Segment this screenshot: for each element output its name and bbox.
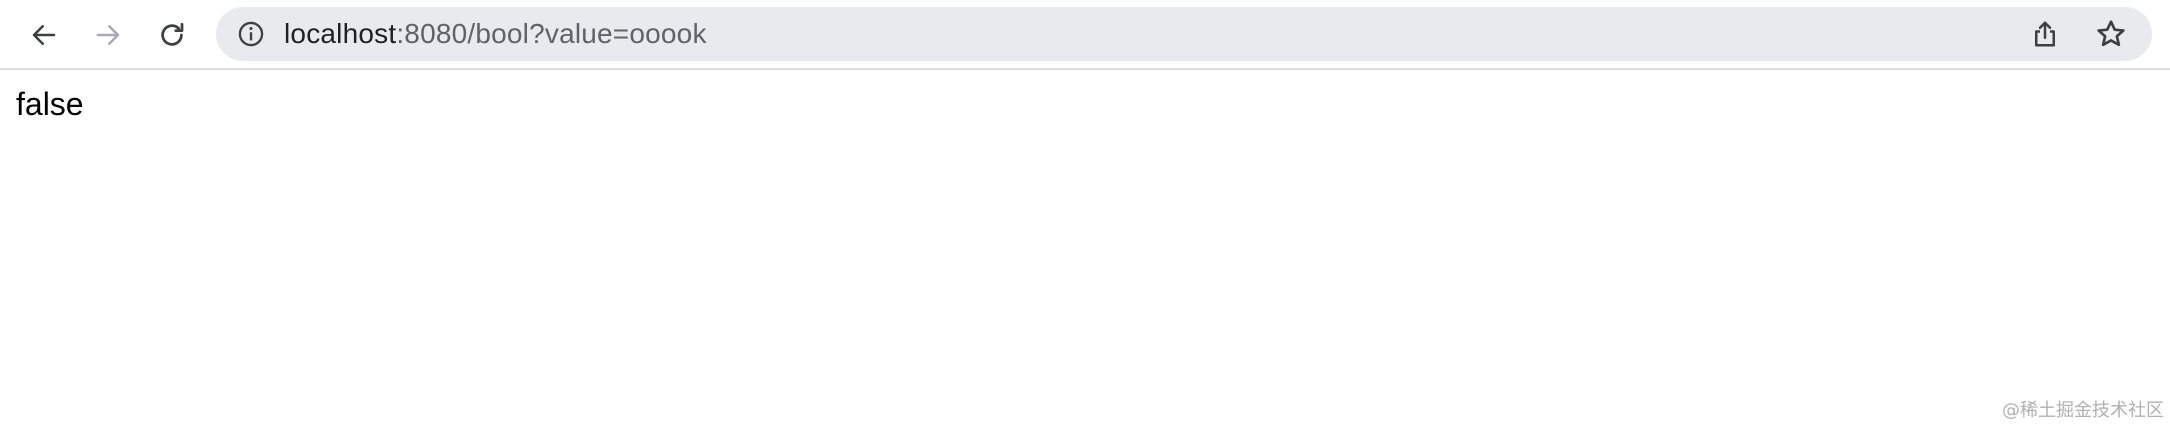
browser-toolbar: localhost:8080/bool?value=ooook: [0, 0, 2170, 70]
response-body-text: false: [16, 86, 84, 122]
forward-arrow-icon: [96, 25, 120, 45]
reload-icon: [161, 23, 184, 46]
watermark: @稀土掘金技术社区: [2002, 400, 2164, 421]
url-path: :8080/bool?value=ooook: [396, 18, 707, 49]
info-icon[interactable]: [236, 19, 266, 49]
share-icon[interactable]: [2028, 17, 2062, 51]
url-host: localhost: [284, 18, 397, 49]
star-icon[interactable]: [2094, 17, 2128, 51]
back-button[interactable]: [20, 11, 68, 59]
url-text[interactable]: localhost:8080/bool?value=ooook: [284, 7, 707, 61]
back-arrow-icon: [32, 25, 56, 45]
forward-button[interactable]: [84, 11, 132, 59]
reload-button[interactable]: [148, 11, 196, 59]
address-bar[interactable]: localhost:8080/bool?value=ooook: [216, 7, 2152, 61]
